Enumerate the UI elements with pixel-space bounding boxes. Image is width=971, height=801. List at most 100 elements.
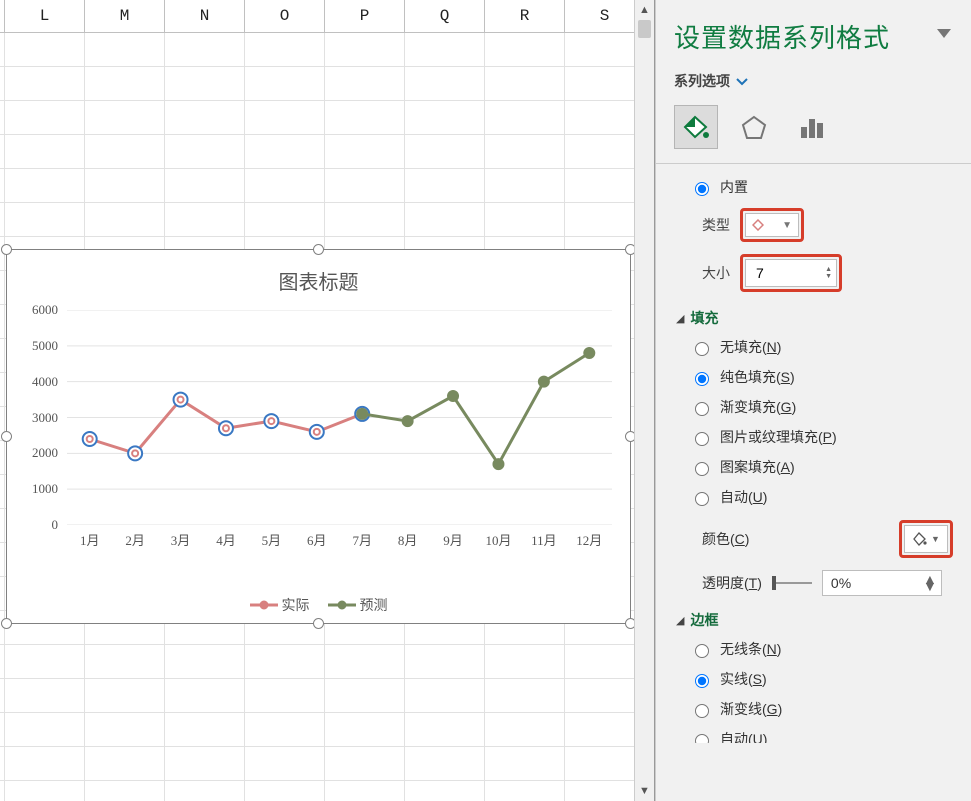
cell[interactable]: [165, 747, 245, 780]
scroll-up-icon[interactable]: ▲: [635, 0, 654, 20]
radio[interactable]: [695, 462, 709, 476]
column-header[interactable]: Q: [405, 0, 485, 32]
radio[interactable]: [695, 674, 709, 688]
cell[interactable]: [165, 781, 245, 801]
legend-item-actual[interactable]: 实际: [250, 595, 310, 615]
spinner-buttons[interactable]: ▲▼: [923, 576, 937, 590]
chart-object[interactable]: 图表标题 0100020003000400050006000 1月2月3月4月5…: [6, 249, 631, 624]
cell[interactable]: [565, 169, 645, 202]
radio-builtin[interactable]: [695, 182, 709, 196]
cell[interactable]: [245, 747, 325, 780]
cell[interactable]: [165, 101, 245, 134]
cell[interactable]: [85, 67, 165, 100]
cell[interactable]: [245, 67, 325, 100]
cell[interactable]: [245, 203, 325, 236]
cell[interactable]: [5, 67, 85, 100]
radio[interactable]: [695, 372, 709, 386]
marker-type-dropdown[interactable]: ▼: [745, 213, 799, 237]
cell[interactable]: [85, 679, 165, 712]
marker-size-input[interactable]: ▲▼: [745, 259, 837, 287]
cell[interactable]: [245, 169, 325, 202]
cell[interactable]: [405, 747, 485, 780]
cell[interactable]: [245, 645, 325, 678]
cell[interactable]: [85, 101, 165, 134]
spinner-buttons[interactable]: ▲▼: [825, 266, 832, 280]
column-header[interactable]: R: [485, 0, 565, 32]
column-header[interactable]: S: [565, 0, 645, 32]
fill-picture-row[interactable]: 图片或纹理填充(P): [668, 422, 959, 452]
cell[interactable]: [165, 67, 245, 100]
column-header[interactable]: P: [325, 0, 405, 32]
effects-tab[interactable]: [732, 105, 776, 149]
radio[interactable]: [695, 644, 709, 658]
cell[interactable]: [325, 713, 405, 746]
cell[interactable]: [165, 645, 245, 678]
cell[interactable]: [565, 781, 645, 801]
cell[interactable]: [405, 645, 485, 678]
cell[interactable]: [405, 33, 485, 66]
column-header[interactable]: N: [165, 0, 245, 32]
cell[interactable]: [485, 747, 565, 780]
column-header[interactable]: M: [85, 0, 165, 32]
cell[interactable]: [85, 781, 165, 801]
cell[interactable]: [5, 169, 85, 202]
chart-title[interactable]: 图表标题: [7, 250, 630, 305]
cell[interactable]: [85, 713, 165, 746]
cell[interactable]: [485, 135, 565, 168]
series-options-heading[interactable]: 系列选项: [656, 65, 971, 95]
cell[interactable]: [485, 781, 565, 801]
cell[interactable]: [5, 203, 85, 236]
cell[interactable]: [165, 33, 245, 66]
cell[interactable]: [85, 203, 165, 236]
cell[interactable]: [485, 645, 565, 678]
cell[interactable]: [245, 135, 325, 168]
cell[interactable]: [325, 135, 405, 168]
cell[interactable]: [325, 169, 405, 202]
cell[interactable]: [325, 101, 405, 134]
cell[interactable]: [325, 679, 405, 712]
builtin-radio[interactable]: 内置: [668, 172, 959, 202]
fill-auto-row[interactable]: 自动(U): [668, 482, 959, 512]
cell[interactable]: [405, 203, 485, 236]
border-none-row[interactable]: 无线条(N): [668, 634, 959, 664]
cell[interactable]: [325, 67, 405, 100]
border-auto-row[interactable]: 自动(U): [668, 724, 959, 743]
fill-line-tab[interactable]: [674, 105, 718, 149]
cell[interactable]: [245, 679, 325, 712]
scroll-thumb[interactable]: [638, 20, 651, 38]
column-header[interactable]: L: [5, 0, 85, 32]
cell[interactable]: [245, 101, 325, 134]
cell[interactable]: [5, 33, 85, 66]
fill-solid-row[interactable]: 纯色填充(S): [668, 362, 959, 392]
cell[interactable]: [405, 679, 485, 712]
cell[interactable]: [5, 781, 85, 801]
legend[interactable]: 实际 预测: [7, 595, 630, 615]
cell[interactable]: [485, 169, 565, 202]
transparency-slider[interactable]: [772, 576, 812, 590]
radio[interactable]: [695, 432, 709, 446]
radio[interactable]: [695, 704, 709, 718]
border-section-heading[interactable]: ◢ 边框: [668, 600, 959, 634]
cell[interactable]: [85, 169, 165, 202]
cell[interactable]: [245, 781, 325, 801]
resize-handle[interactable]: [313, 618, 324, 629]
grid[interactable]: 图表标题 0100020003000400050006000 1月2月3月4月5…: [0, 33, 654, 801]
cell[interactable]: [405, 713, 485, 746]
cell[interactable]: [405, 67, 485, 100]
fill-pattern-row[interactable]: 图案填充(A): [668, 452, 959, 482]
cell[interactable]: [5, 645, 85, 678]
cell[interactable]: [325, 203, 405, 236]
cell[interactable]: [5, 101, 85, 134]
fill-none-row[interactable]: 无填充(N): [668, 332, 959, 362]
resize-handle[interactable]: [1, 244, 12, 255]
cell[interactable]: [485, 33, 565, 66]
cell[interactable]: [325, 781, 405, 801]
cell[interactable]: [565, 101, 645, 134]
cell[interactable]: [565, 645, 645, 678]
size-field[interactable]: [754, 264, 804, 282]
pane-options-dropdown[interactable]: [937, 26, 951, 42]
cell[interactable]: [405, 169, 485, 202]
cell[interactable]: [485, 101, 565, 134]
cell[interactable]: [165, 135, 245, 168]
cell[interactable]: [485, 679, 565, 712]
